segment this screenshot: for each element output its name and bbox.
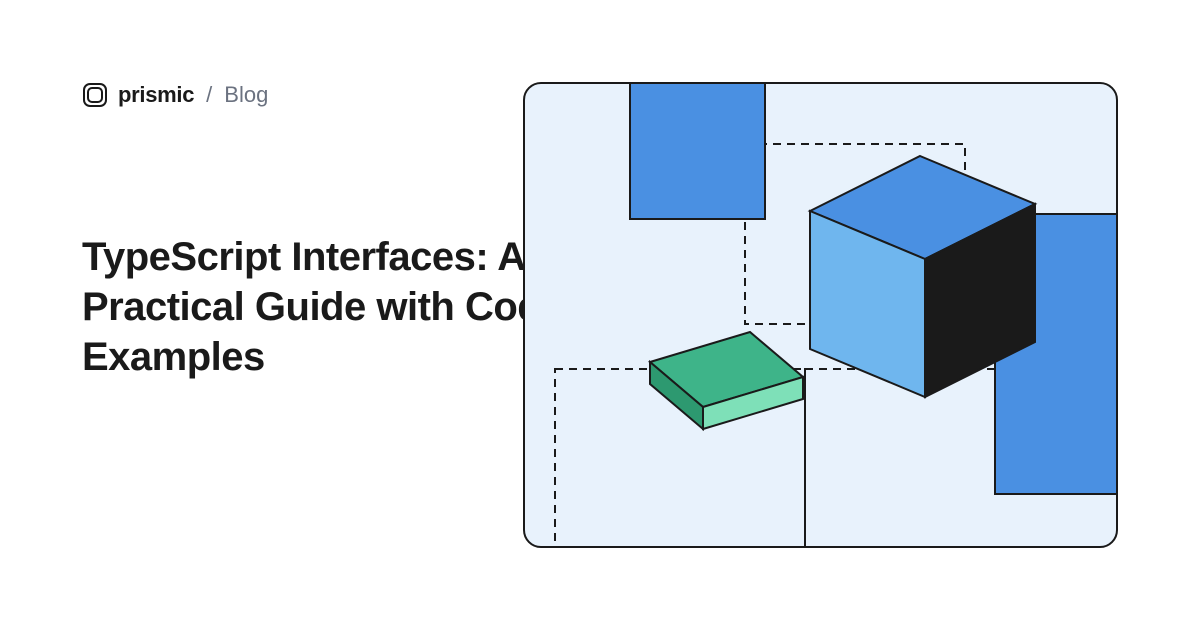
brand-name: prismic <box>118 82 194 108</box>
prismic-logo-icon <box>82 82 108 108</box>
breadcrumb-separator: / <box>206 82 212 108</box>
section-name: Blog <box>224 82 268 108</box>
hero-illustration <box>523 82 1118 548</box>
page-title: TypeScript Interfaces: A Practical Guide… <box>82 232 582 382</box>
breadcrumb: prismic / Blog <box>82 82 268 108</box>
